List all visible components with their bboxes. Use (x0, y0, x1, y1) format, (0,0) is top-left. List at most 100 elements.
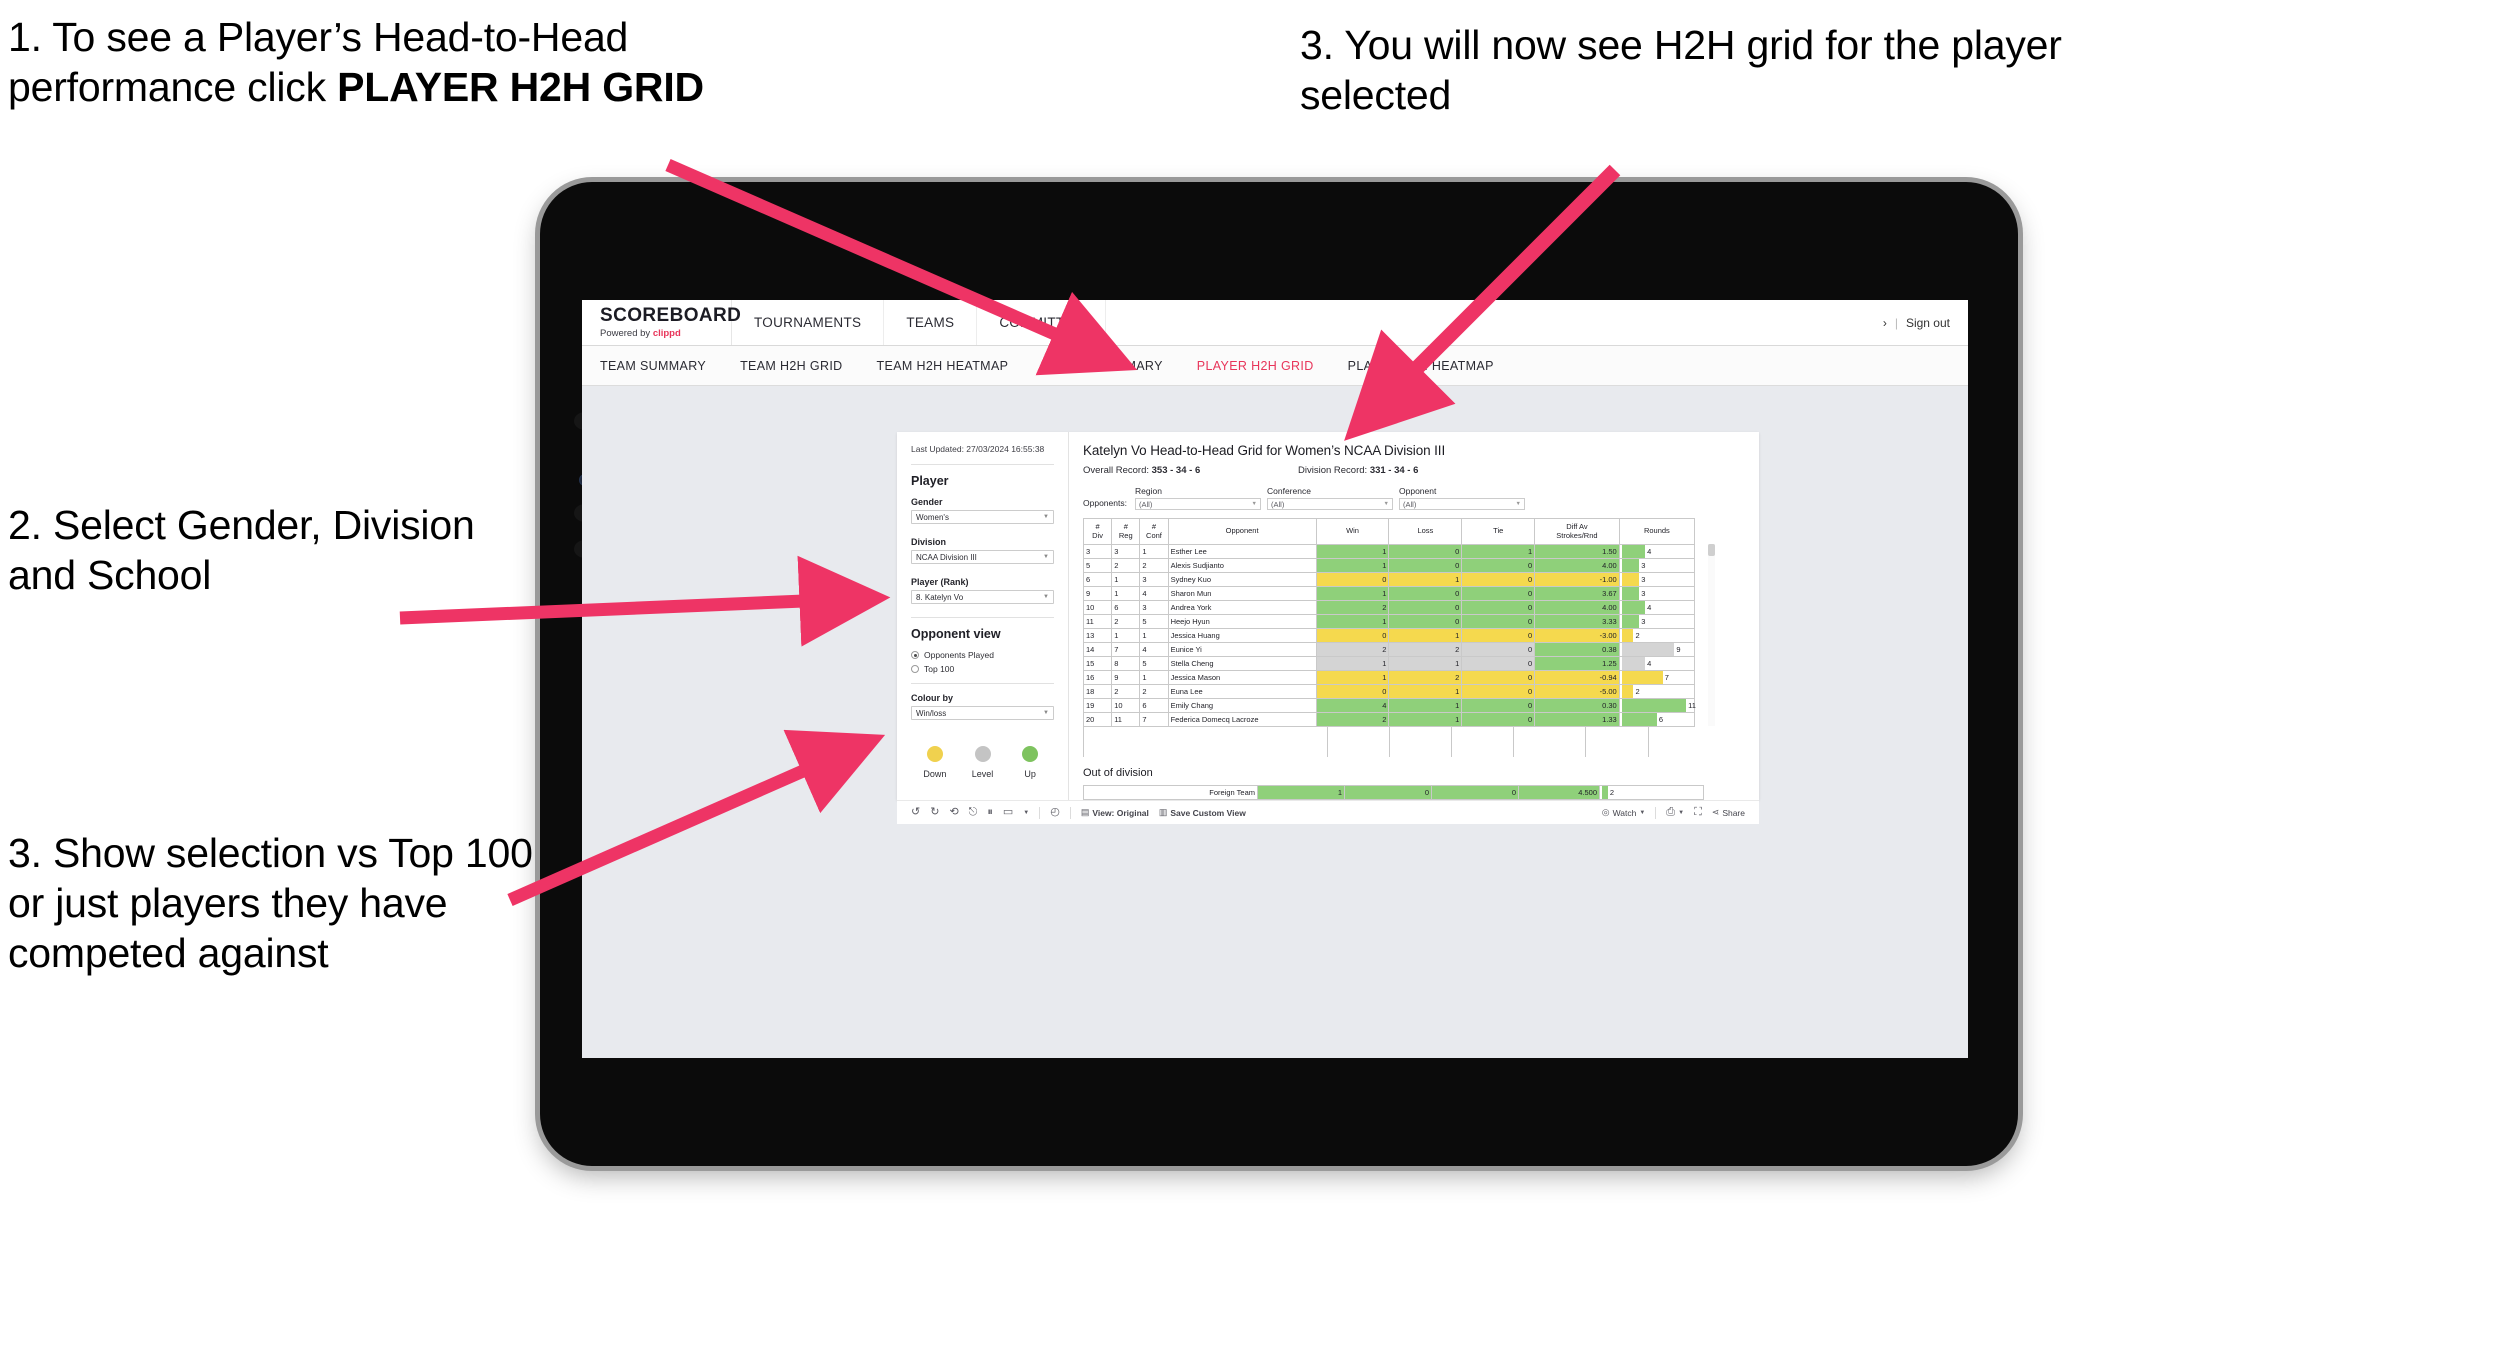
tablet-screen: SCOREBOARD Powered by clippd TOURNAMENTS… (582, 300, 1968, 1058)
sign-out-link[interactable]: Sign out (1906, 316, 1950, 330)
table-row[interactable]: 3 3 1 Esther Lee 1 0 1 1.50 4 (1082, 544, 1696, 559)
player-rank-value: 8. Katelyn Vo (916, 592, 964, 602)
table-row[interactable]: 14 7 4 Eunice Yi 2 2 0 0.38 9 (1082, 642, 1696, 657)
table-cell: 4.500 (1518, 785, 1600, 800)
rounds-bar-cell: 2 (1618, 628, 1696, 643)
rounds-bar-cell: 3 (1618, 572, 1696, 587)
subnav-player-h2h-grid[interactable]: PLAYER H2H GRID (1197, 359, 1314, 373)
chevron-down-icon: ▼ (1043, 514, 1049, 521)
rounds-bar-cell: 4 (1618, 656, 1696, 671)
topnav-committee[interactable]: COMMITTEE (977, 300, 1107, 345)
brand-logo[interactable]: SCOREBOARD Powered by clippd (582, 300, 741, 345)
table-cell: 0 (1461, 572, 1536, 587)
chevron-down-icon: ▼ (1678, 809, 1685, 816)
table-cell: Jessica Huang (1167, 628, 1317, 643)
division-select[interactable]: NCAA Division III ▼ (911, 550, 1054, 565)
gender-select[interactable]: Women's ▼ (911, 510, 1054, 525)
toolbar-divider-1 (1039, 806, 1041, 819)
radio-opponents-played[interactable]: Opponents Played (911, 650, 1054, 660)
chevron-down-icon: ▼ (1383, 501, 1389, 507)
rounds-value: 4 (1647, 659, 1652, 668)
rounds-value: 7 (1664, 673, 1669, 682)
fullscreen-icon[interactable]: ⛶ (1694, 807, 1702, 818)
table-row[interactable]: 20 11 7 Federica Domecq Lacroze 2 1 0 1.33 6 (1082, 712, 1696, 727)
refresh-icon[interactable]: ⎋ (969, 807, 978, 818)
pause-updates-icon[interactable]: ⏸ (987, 807, 993, 818)
share-icon: ⋖ (1711, 807, 1720, 817)
controls-divider-2 (911, 617, 1054, 619)
view-original-button[interactable]: ▤ View: Original (1081, 808, 1149, 818)
table-row[interactable]: 19 10 6 Emily Chang 4 1 0 0.30 11 (1082, 698, 1696, 713)
watch-button[interactable]: ◎ Watch ▼ (1602, 808, 1646, 818)
topnav-teams[interactable]: TEAMS (884, 300, 978, 345)
legend-swatch-down (926, 746, 943, 763)
callout-1-bold: PLAYER H2H GRID (337, 64, 704, 111)
table-cell: 1 (1315, 656, 1390, 671)
redo-icon[interactable]: ↻ (930, 807, 939, 818)
h2h-grid-header-row: # Div # Reg # Conf Opponent Win Loss Tie Diff Av St… (1082, 518, 1696, 545)
table-row[interactable]: 13 1 1 Jessica Huang 0 1 0 -3.00 2 (1082, 628, 1696, 643)
save-custom-view-button[interactable]: ▥ Save Custom View (1159, 808, 1246, 818)
legend-item-level: Level (959, 746, 1007, 779)
table-cell: 4 (1139, 642, 1169, 657)
table-cell: 1.25 (1534, 656, 1620, 671)
account-chevron-icon[interactable]: › (1883, 316, 1887, 330)
rounds-bar (1621, 685, 1634, 698)
table-cell: -1.00 (1534, 572, 1620, 587)
subnav-player-h2h-heatmap[interactable]: PLAYER H2H HEATMAP (1348, 359, 1494, 373)
highlight-icon[interactable]: ▭ (1003, 807, 1013, 818)
subnav-player-summary[interactable]: PLAYER SUMMARY (1042, 359, 1162, 373)
topnav-tournaments[interactable]: TOURNAMENTS (732, 300, 885, 345)
legend-label-level: Level (971, 769, 994, 780)
division-label: Division (911, 537, 947, 548)
rounds-bar (1621, 657, 1646, 670)
table-cell: 14 (1082, 642, 1113, 657)
subnav-team-h2h-heatmap[interactable]: TEAM H2H HEATMAP (877, 359, 1009, 373)
table-row[interactable]: 5 2 2 Alexis Sudjianto 1 0 0 4.00 3 (1082, 558, 1696, 573)
colour-by-select[interactable]: Win/loss ▼ (911, 706, 1054, 721)
viz-controls-panel: Last Updated: 27/03/2024 16:55:38 Player… (897, 432, 1069, 800)
filter-opponent: Opponent (All) ▼ (1399, 486, 1525, 510)
gender-value: Women's (916, 512, 949, 522)
grid-vertical-scrollbar[interactable] (1708, 544, 1715, 726)
table-row[interactable]: 11 2 5 Heejo Hyun 1 0 0 3.33 3 (1082, 614, 1696, 629)
table-cell: 1 (1315, 558, 1390, 573)
table-row[interactable]: 10 6 3 Andrea York 2 0 0 4.00 4 (1082, 600, 1696, 615)
filter-conference-select[interactable]: (All) ▼ (1267, 498, 1393, 510)
rounds-value: 3 (1641, 589, 1646, 598)
subnav-team-h2h-grid[interactable]: TEAM H2H GRID (740, 359, 842, 373)
download-icon: ⎙ (1666, 806, 1676, 818)
legend-swatch-up (1022, 746, 1039, 763)
player-rank-select[interactable]: 8. Katelyn Vo ▼ (911, 590, 1054, 605)
toolbar-right-group: ◎ Watch ▼ ⎙ ▼ ⛶ ⋖ Share (1602, 806, 1745, 819)
share-button[interactable]: ⋖ Share (1712, 808, 1745, 818)
table-row[interactable]: 18 2 2 Euna Lee 0 1 0 -5.00 2 (1082, 684, 1696, 699)
table-row[interactable]: 15 8 5 Stella Cheng 1 1 0 1.25 4 (1082, 656, 1696, 671)
table-row[interactable]: 16 9 1 Jessica Mason 1 2 0 -0.94 7 (1082, 670, 1696, 685)
legend-label-up: Up (1024, 769, 1036, 780)
chevron-down-icon[interactable]: ▼ (1023, 810, 1029, 816)
revert-icon[interactable]: ⟲ (949, 807, 958, 818)
table-cell: 1 (1388, 712, 1463, 727)
clock-icon[interactable]: ◴ (1050, 807, 1060, 818)
table-row[interactable]: Foreign Team 1 0 0 4.500 2 (1083, 785, 1704, 800)
rounds-bar-cell: 11 (1618, 698, 1696, 713)
table-row[interactable]: 6 1 3 Sydney Kuo 0 1 0 -1.00 3 (1082, 572, 1696, 587)
controls-divider-1 (911, 464, 1054, 466)
scrollbar-thumb[interactable] (1708, 544, 1715, 556)
table-row[interactable]: 9 1 4 Sharon Mun 1 0 0 3.67 3 (1082, 586, 1696, 601)
rounds-value: 2 (1609, 788, 1614, 797)
viz-card: Last Updated: 27/03/2024 16:55:38 Player… (897, 432, 1759, 800)
filter-opponent-select[interactable]: (All) ▼ (1399, 498, 1525, 510)
division-record-label: Division Record: (1298, 465, 1370, 476)
table-cell: 3 (1139, 600, 1169, 615)
subnav-team-summary[interactable]: TEAM SUMMARY (600, 359, 706, 373)
download-button[interactable]: ⎙ ▼ (1666, 807, 1684, 818)
filter-region-value: (All) (1139, 499, 1153, 509)
undo-icon[interactable]: ↺ (911, 807, 920, 818)
table-cell: Heejo Hyun (1167, 614, 1317, 629)
radio-top-100[interactable]: Top 100 (911, 664, 1054, 674)
rounds-bar (1621, 587, 1640, 600)
table-cell: 1 (1139, 670, 1169, 685)
filter-region-select[interactable]: (All) ▼ (1135, 498, 1261, 510)
